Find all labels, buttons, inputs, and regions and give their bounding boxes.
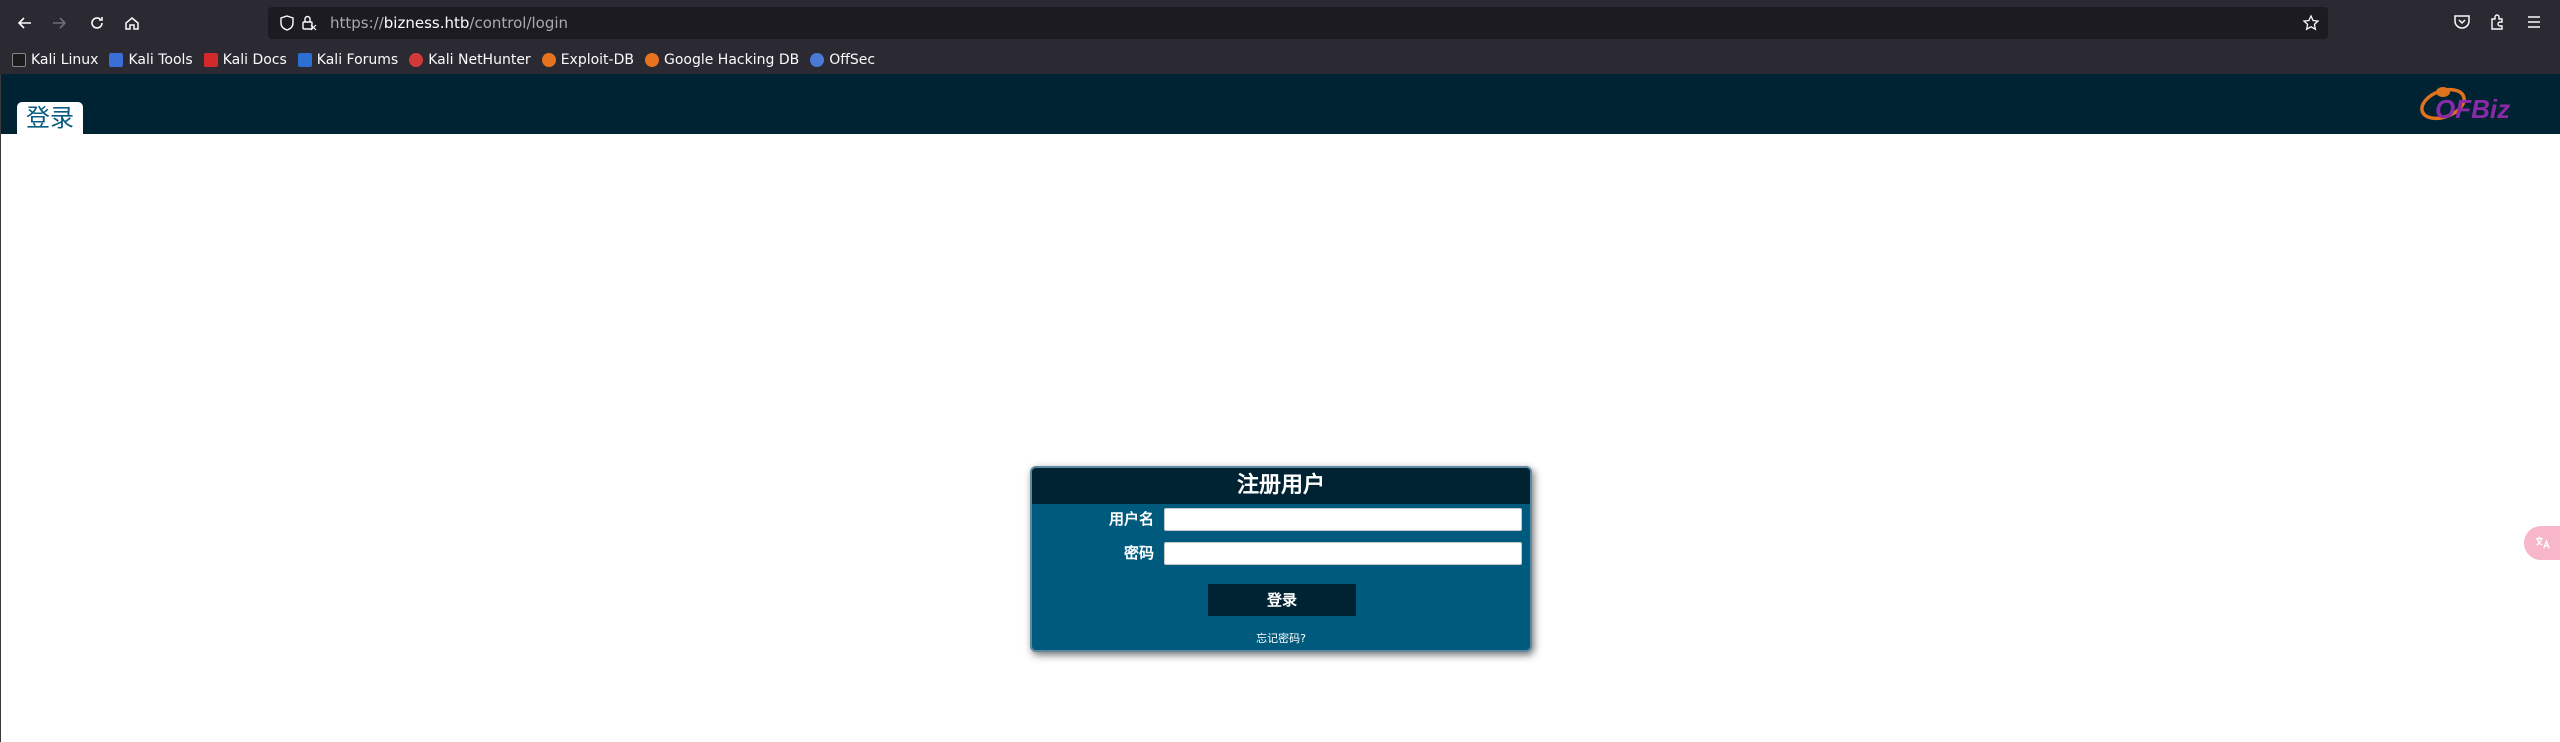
url-path: /control/login — [469, 14, 569, 32]
url-host: bizness.htb — [383, 14, 470, 32]
bookmark-exploit-db[interactable]: Exploit-DB — [541, 52, 634, 68]
login-submit-button[interactable]: 登录 — [1208, 584, 1356, 616]
bookmark-label: Kali Docs — [222, 52, 287, 68]
login-title: 注册用户 — [1032, 468, 1530, 504]
bookmark-google-hacking-db[interactable]: Google Hacking DB — [644, 52, 800, 68]
logo-text: OFBiz — [2435, 94, 2510, 124]
login-panel: 注册用户 用户名 密码 登录 忘记密码? — [1030, 466, 1532, 652]
arrow-left-icon — [17, 17, 31, 29]
shield-icon[interactable] — [278, 14, 296, 32]
forward-button[interactable] — [46, 10, 72, 36]
address-bar[interactable]: https://bizness.htb/control/login — [268, 7, 2328, 39]
kali-tools-icon — [109, 53, 124, 67]
translate-icon — [2535, 536, 2550, 549]
kali-forums-icon — [297, 53, 312, 67]
forgot-password-link[interactable]: 忘记密码? — [1032, 630, 1530, 646]
bookmark-label: Kali Linux — [31, 52, 99, 68]
browser-toolbar: https://bizness.htb/control/login — [0, 0, 2560, 46]
bookmark-label: Kali Tools — [128, 52, 193, 68]
bookmark-kali-tools[interactable]: Kali Tools — [109, 52, 193, 68]
offsec-icon — [810, 53, 825, 67]
kali-linux-icon — [12, 53, 26, 67]
exploit-db-icon — [541, 53, 556, 67]
home-icon — [125, 17, 139, 30]
url-prefix: https:// — [330, 14, 384, 32]
back-button[interactable] — [12, 10, 38, 36]
username-input[interactable] — [1164, 508, 1522, 531]
bookmarks-bar: Kali Linux Kali Tools Kali Docs Kali For… — [0, 46, 2560, 74]
bookmark-kali-forums[interactable]: Kali Forums — [297, 52, 399, 68]
app-header: 登录 OFBiz — [1, 74, 2560, 134]
url-text[interactable]: https://bizness.htb/control/login — [330, 14, 568, 32]
bookmark-label: OffSec — [829, 52, 876, 68]
reload-icon — [91, 17, 103, 29]
arrow-right-icon — [53, 17, 67, 29]
bookmark-offsec[interactable]: OffSec — [810, 52, 875, 68]
lock-warning-icon[interactable] — [300, 14, 318, 32]
bookmark-kali-docs[interactable]: Kali Docs — [203, 52, 287, 68]
pocket-icon[interactable] — [2452, 12, 2472, 32]
username-label: 用户名 — [1108, 510, 1154, 528]
bookmark-star-icon[interactable] — [2302, 14, 2320, 32]
bookmark-kali-linux[interactable]: Kali Linux — [12, 52, 98, 68]
translate-widget[interactable] — [2524, 526, 2560, 560]
home-button[interactable] — [119, 10, 145, 36]
reload-button[interactable] — [84, 10, 110, 36]
page-viewport: 登录 OFBiz 注册用户 用户名 密码 登录 忘记密码? — [0, 74, 2560, 742]
kali-nethunter-icon — [409, 53, 424, 67]
menu-icon[interactable] — [2524, 12, 2544, 32]
password-row: 密码 — [1032, 540, 1530, 566]
password-input[interactable] — [1164, 542, 1522, 565]
bookmark-label: Exploit-DB — [560, 52, 634, 68]
kali-docs-icon — [203, 53, 218, 67]
bookmark-kali-nethunter[interactable]: Kali NetHunter — [409, 52, 531, 68]
bookmark-label: Kali Forums — [316, 52, 399, 68]
extensions-icon[interactable] — [2488, 12, 2508, 32]
google-hacking-db-icon — [644, 53, 659, 67]
ofbiz-logo[interactable]: OFBiz — [2413, 82, 2533, 128]
bookmark-label: Google Hacking DB — [663, 52, 800, 68]
bookmark-label: Kali NetHunter — [428, 52, 531, 68]
tab-login[interactable]: 登录 — [17, 102, 83, 134]
password-label: 密码 — [1123, 544, 1154, 562]
username-row: 用户名 — [1032, 506, 1530, 532]
